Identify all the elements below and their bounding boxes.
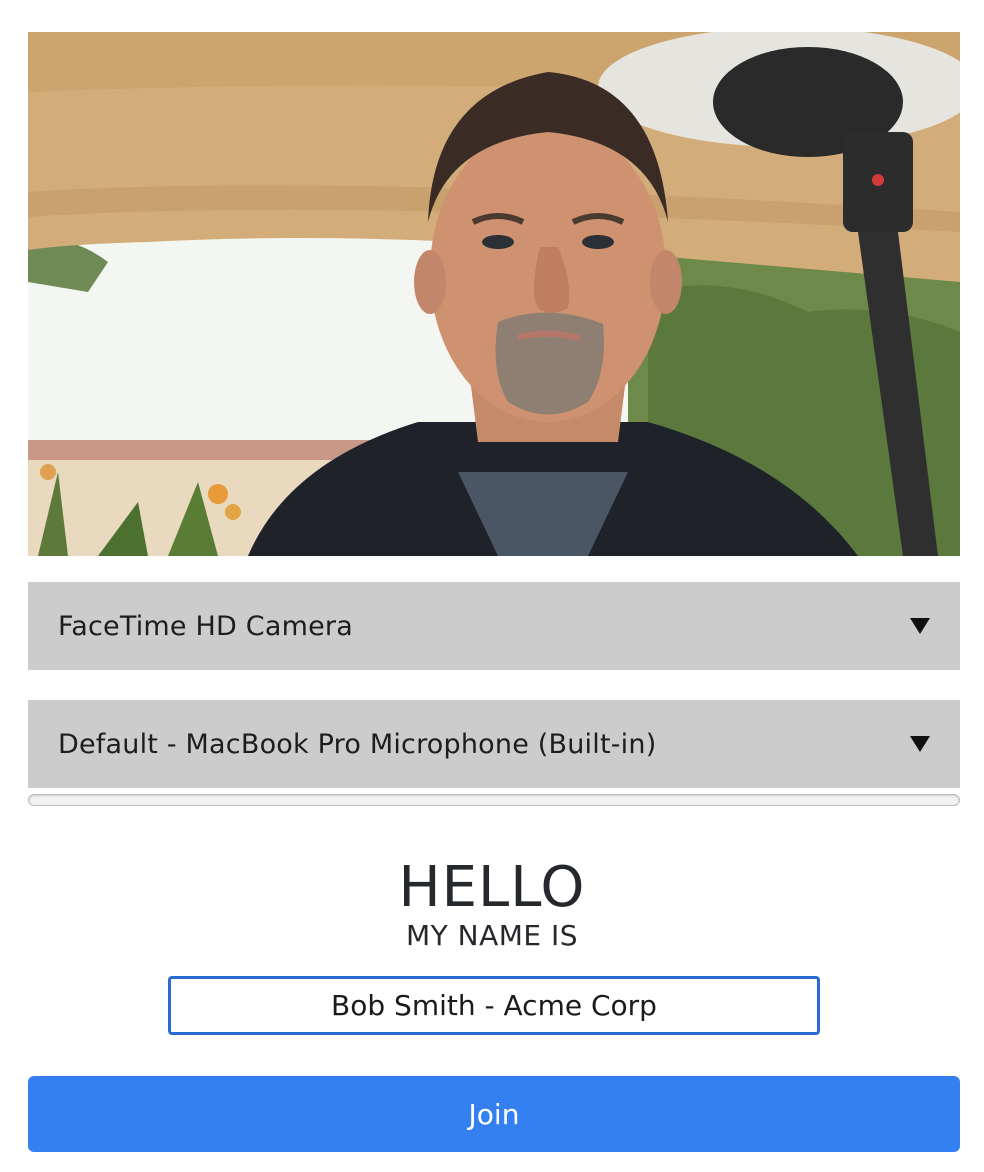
microphone-select[interactable]: Default - MacBook Pro Microphone (Built-… <box>28 700 960 788</box>
display-name-input[interactable] <box>168 976 820 1035</box>
camera-select[interactable]: FaceTime HD Camera <box>28 582 960 670</box>
chevron-down-icon <box>910 618 930 634</box>
my-name-is-label: MY NAME IS <box>405 919 579 952</box>
audio-level-meter <box>28 794 960 806</box>
camera-preview <box>28 32 960 556</box>
chevron-down-icon <box>910 736 930 752</box>
microphone-select-value: Default - MacBook Pro Microphone (Built-… <box>58 728 657 760</box>
camera-preview-image <box>28 32 960 556</box>
join-button[interactable]: Join <box>28 1076 960 1152</box>
hello-heading: HELLO <box>398 855 586 920</box>
join-screen: FaceTime HD Camera Default - MacBook Pro… <box>0 0 984 1172</box>
camera-select-value: FaceTime HD Camera <box>58 610 353 642</box>
